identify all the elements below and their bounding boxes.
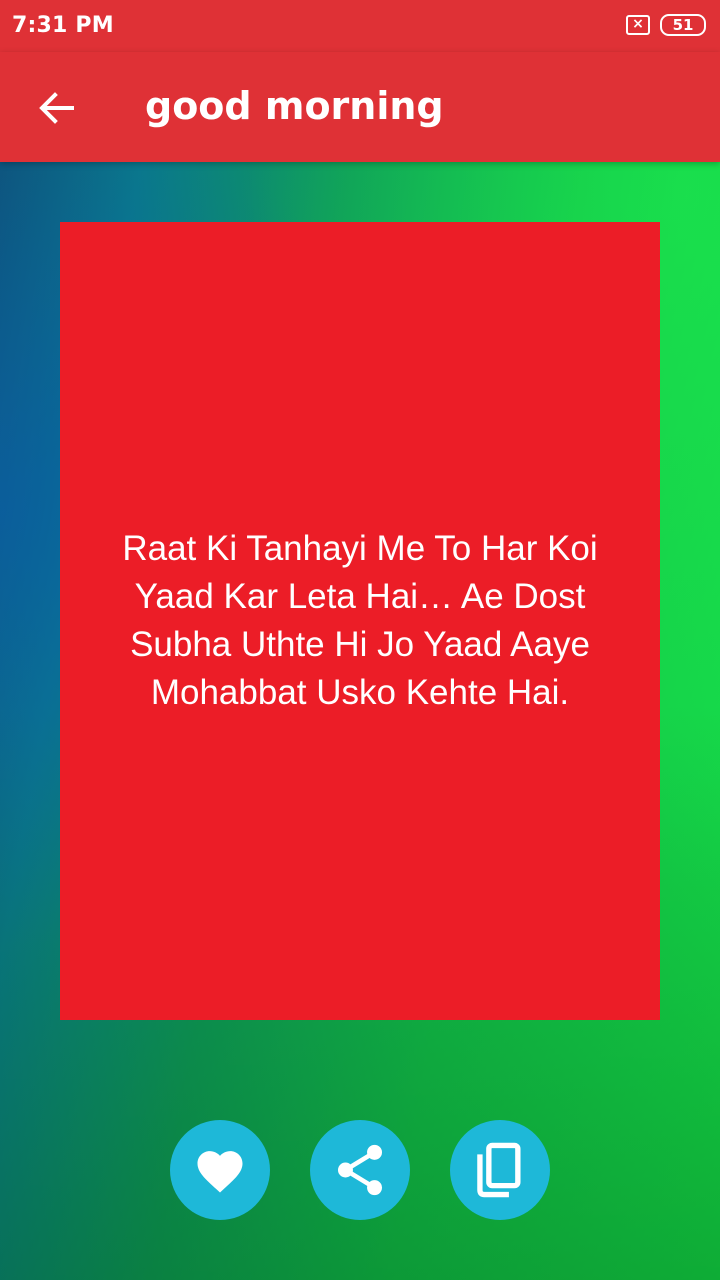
copy-button[interactable]	[450, 1120, 550, 1220]
favorite-button[interactable]	[170, 1120, 270, 1220]
status-bar: 7:31 PM × 51	[0, 0, 720, 52]
battery-indicator: 51	[660, 14, 706, 36]
back-button[interactable]	[26, 80, 86, 136]
sim-missing-icon: ×	[626, 15, 650, 35]
quote-card: Raat Ki Tanhayi Me To Har Koi Yaad Kar L…	[60, 222, 660, 1020]
heart-icon	[197, 1151, 243, 1193]
share-button[interactable]	[310, 1120, 410, 1220]
copy-icon	[477, 1142, 521, 1198]
page-title: good morning	[145, 84, 444, 128]
arrow-back-icon	[39, 92, 74, 124]
quote-text: Raat Ki Tanhayi Me To Har Koi Yaad Kar L…	[122, 529, 598, 712]
app-bar: good morning	[0, 52, 720, 162]
status-time: 7:31 PM	[12, 13, 114, 38]
share-icon	[337, 1144, 383, 1196]
